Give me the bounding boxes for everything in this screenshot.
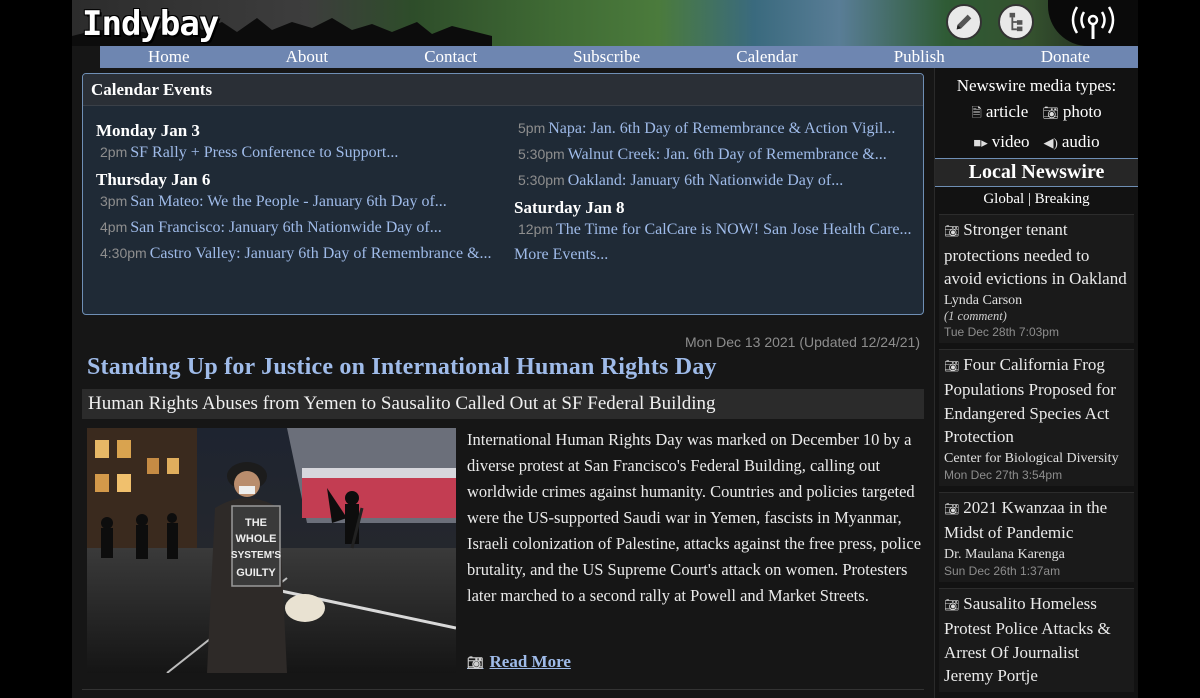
sidebar: Newswire media types: 🗎︎ article 📷︎ photo … bbox=[934, 68, 1138, 698]
media-types-row: ■▸ video ◀) audio bbox=[935, 132, 1138, 152]
event-link[interactable]: The Time for CalCare is NOW! San Jose He… bbox=[556, 221, 911, 238]
story-subhead: Human Rights Abuses from Yemen to Sausal… bbox=[82, 389, 924, 419]
nav-contact[interactable]: Contact bbox=[424, 46, 477, 68]
newswire-item-author: Dr. Maulana Karenga bbox=[944, 546, 1065, 562]
calendar-event[interactable]: 4pm San Francisco: January 6th Nationwide… bbox=[96, 217, 496, 238]
event-link[interactable]: Oakland: January 6th Nationwide Day of..… bbox=[568, 172, 843, 189]
site-logo[interactable]: Indybay bbox=[82, 4, 219, 44]
media-type-article[interactable]: 🗎︎ article bbox=[971, 102, 1028, 126]
camera-icon: 📷︎ bbox=[944, 501, 960, 516]
broadcast-icon[interactable] bbox=[1048, 0, 1138, 46]
event-link[interactable]: Walnut Creek: Jan. 6th Day of Remembranc… bbox=[568, 146, 887, 163]
calendar-day: Thursday Jan 6 bbox=[96, 170, 211, 189]
newswire-item[interactable]: 📷︎ Sausalito Homeless Protest Police Atta… bbox=[939, 587, 1134, 692]
event-link[interactable]: SF Rally + Press Conference to Support..… bbox=[130, 144, 398, 161]
newswire-item-date: Sun Dec 26th 1:37am bbox=[944, 563, 1061, 578]
newswire-item-title[interactable]: Four California Frog Populations Propose… bbox=[944, 355, 1116, 447]
calendar-event[interactable]: 2pm SF Rally + Press Conference to Suppor… bbox=[96, 142, 496, 163]
event-time: 5:30pm bbox=[518, 146, 565, 162]
newswire-item-date: Mon Dec 27th 3:54pm bbox=[944, 467, 1063, 482]
newswire-item-title[interactable]: Stronger tenant protections needed to av… bbox=[944, 220, 1127, 288]
story-body: International Human Rights Day was marke… bbox=[467, 430, 922, 605]
calendar-event[interactable]: 5:30pm Oakland: January 6th Nationwide Da… bbox=[514, 170, 914, 191]
sitemap-icon[interactable] bbox=[998, 4, 1034, 40]
page-frame: Indybay Home About Contact Subscribe Cal… bbox=[72, 0, 1138, 698]
video-icon: ■▸ bbox=[973, 135, 988, 150]
newswire-item-author: Lynda Carson bbox=[944, 292, 1023, 308]
calendar-event[interactable]: 5:30pm Walnut Creek: Jan. 6th Day of Reme… bbox=[514, 144, 914, 165]
calendar-event[interactable]: 4:30pm Castro Valley: January 6th Day of … bbox=[96, 243, 496, 264]
event-link[interactable]: San Mateo: We the People - January 6th D… bbox=[130, 193, 447, 210]
story-title[interactable]: Standing Up for Justice on International… bbox=[87, 354, 717, 381]
calendar-events-box: Calendar Events Monday Jan 3 2pm SF Rally… bbox=[82, 73, 924, 315]
event-time: 12pm bbox=[518, 221, 554, 237]
read-more-label[interactable]: Read More bbox=[490, 652, 571, 671]
event-time: 3pm bbox=[100, 193, 128, 209]
calendar-right-column: 5pm Napa: Jan. 6th Day of Remembrance & A… bbox=[514, 118, 914, 264]
local-newswire-title: Local Newswire bbox=[935, 158, 1138, 187]
newswire-item-title[interactable]: 2021 Kwanzaa in the Midst of Pandemic bbox=[944, 498, 1107, 543]
global-link[interactable]: Global bbox=[983, 191, 1024, 207]
newswire-item-date: Tue Dec 28th 7:03pm bbox=[944, 324, 1059, 339]
nav-calendar[interactable]: Calendar bbox=[736, 46, 797, 68]
svg-text:THE: THE bbox=[245, 517, 267, 529]
nav-home[interactable]: Home bbox=[148, 46, 190, 68]
protest-photo-illustration: THE WHOLE SYSTEM'S GUILTY bbox=[87, 428, 456, 673]
newswire-item-comments[interactable]: (1 comment) bbox=[944, 309, 1130, 324]
event-time: 5:30pm bbox=[518, 172, 565, 188]
event-link[interactable]: San Francisco: January 6th Nationwide Da… bbox=[130, 219, 441, 236]
svg-text:GUILTY: GUILTY bbox=[236, 567, 276, 579]
calendar-day: Monday Jan 3 bbox=[96, 121, 200, 140]
media-type-label: article bbox=[985, 102, 1029, 121]
calendar-title: Calendar Events bbox=[83, 74, 923, 106]
site-banner: Indybay bbox=[72, 0, 1138, 46]
newswire-item-author: Center for Biological Diversity bbox=[944, 450, 1119, 466]
event-time: 4:30pm bbox=[100, 245, 147, 261]
camera-icon: 📷︎ bbox=[467, 655, 484, 670]
divider bbox=[82, 689, 924, 690]
media-types-title: Newswire media types: bbox=[956, 76, 1117, 95]
camera-icon: 📷︎ bbox=[944, 597, 960, 612]
event-time: 4pm bbox=[100, 219, 128, 235]
main-nav: Home About Contact Subscribe Calendar Pu… bbox=[100, 46, 1138, 68]
event-time: 5pm bbox=[518, 120, 546, 136]
photo-icon: 📷︎ bbox=[1042, 105, 1059, 120]
newswire-item-title[interactable]: Sausalito Homeless Protest Police Attack… bbox=[944, 594, 1111, 686]
media-type-video[interactable]: ■▸ video bbox=[973, 132, 1029, 152]
media-type-label: audio bbox=[1061, 132, 1100, 151]
story-dateline: Mon Dec 13 2021 (Updated 12/24/21) bbox=[684, 334, 920, 350]
nav-donate[interactable]: Donate bbox=[1041, 46, 1090, 68]
nav-publish[interactable]: Publish bbox=[894, 46, 945, 68]
newswire-item[interactable]: 📷︎ Stronger tenant protections needed to … bbox=[939, 214, 1134, 343]
article-icon: 🗎︎ bbox=[971, 105, 982, 120]
calendar-left-column: Monday Jan 3 2pm SF Rally + Press Confere… bbox=[96, 114, 496, 269]
nav-about[interactable]: About bbox=[286, 46, 329, 68]
story-photo[interactable]: THE WHOLE SYSTEM'S GUILTY bbox=[87, 428, 456, 673]
calendar-event[interactable]: 5pm Napa: Jan. 6th Day of Remembrance & A… bbox=[514, 118, 914, 139]
event-link[interactable]: Castro Valley: January 6th Day of Rememb… bbox=[150, 245, 492, 262]
newswire-item[interactable]: 📷︎ Four California Frog Populations Propo… bbox=[939, 348, 1134, 486]
media-type-label: photo bbox=[1062, 102, 1102, 121]
camera-icon: 📷︎ bbox=[944, 358, 960, 373]
more-events-link[interactable]: More Events... bbox=[514, 246, 914, 264]
camera-icon: 📷︎ bbox=[944, 224, 960, 238]
read-more-link[interactable]: 📷︎ Read More bbox=[467, 652, 571, 672]
calendar-event[interactable]: 12pm The Time for CalCare is NOW! San Jos… bbox=[514, 219, 914, 240]
media-type-label: video bbox=[991, 132, 1030, 151]
svg-text:SYSTEM'S: SYSTEM'S bbox=[231, 550, 281, 561]
svg-text:WHOLE: WHOLE bbox=[236, 533, 277, 545]
media-type-photo[interactable]: 📷︎ photo bbox=[1042, 102, 1101, 126]
pencil-icon[interactable] bbox=[946, 4, 982, 40]
newswire-item[interactable]: 📷︎ 2021 Kwanzaa in the Midst of Pandemic … bbox=[939, 491, 1134, 582]
calendar-event[interactable]: 3pm San Mateo: We the People - January 6t… bbox=[96, 191, 496, 212]
media-types-row: 🗎︎ article 📷︎ photo bbox=[935, 102, 1138, 126]
nav-subscribe[interactable]: Subscribe bbox=[573, 46, 640, 68]
breaking-link[interactable]: Breaking bbox=[1035, 191, 1090, 207]
event-link[interactable]: Napa: Jan. 6th Day of Remembrance & Acti… bbox=[548, 120, 895, 137]
event-time: 2pm bbox=[100, 144, 128, 160]
audio-icon: ◀) bbox=[1043, 135, 1058, 150]
newswire-filters: Global | Breaking bbox=[983, 191, 1090, 207]
media-type-audio[interactable]: ◀) audio bbox=[1044, 132, 1100, 152]
calendar-day: Saturday Jan 8 bbox=[514, 198, 625, 217]
